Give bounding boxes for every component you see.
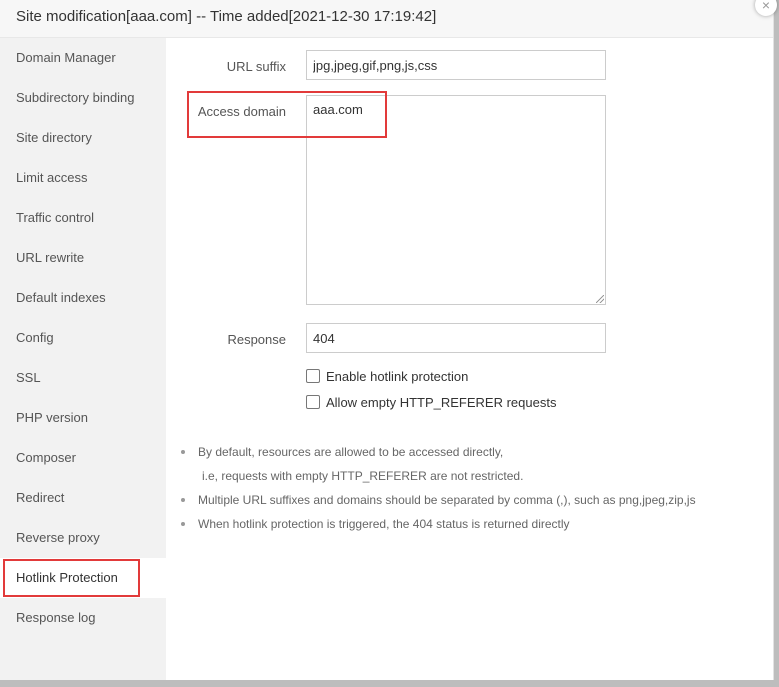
response-label: Response [227,332,286,347]
site-modification-dialog: Site modification[aaa.com] -- Time added… [0,0,777,680]
bullet-icon [181,522,185,526]
help-tip: When hotlink protection is triggered, th… [178,512,696,536]
access-domain-wrapper: aaa.com [306,95,606,305]
sidebar-item-config[interactable]: Config [0,318,166,358]
response-input[interactable] [306,323,606,353]
bullet-icon [181,450,185,454]
allow-empty-referer-label: Allow empty HTTP_REFERER requests [326,395,557,410]
help-tip-text: i.e, requests with empty HTTP_REFERER ar… [202,469,524,483]
enable-hotlink-label: Enable hotlink protection [326,369,469,384]
sidebar-item-subdirectory-binding[interactable]: Subdirectory binding [0,78,166,118]
sidebar-item-domain-manager[interactable]: Domain Manager [0,38,166,78]
sidebar-item-redirect[interactable]: Redirect [0,478,166,518]
sidebar-item-url-rewrite[interactable]: URL rewrite [0,238,166,278]
hotlink-protection-panel: URL suffix Access domain aaa.com Respons… [166,38,773,680]
sidebar-item-limit-access[interactable]: Limit access [0,158,166,198]
bullet-icon [181,498,185,502]
enable-hotlink-row[interactable]: Enable hotlink protection [306,369,468,385]
help-tip-text: When hotlink protection is triggered, th… [198,517,570,531]
sidebar: Domain Manager Subdirectory binding Site… [0,38,166,680]
dialog-title: Site modification[aaa.com] -- Time added… [0,0,773,38]
close-icon[interactable]: × [755,0,777,16]
help-tip-text: By default, resources are allowed to be … [198,445,504,459]
enable-hotlink-checkbox[interactable] [306,369,320,383]
resize-grip-icon[interactable] [596,295,604,303]
access-domain-textarea[interactable]: aaa.com [306,95,606,305]
sidebar-item-traffic-control[interactable]: Traffic control [0,198,166,238]
sidebar-item-ssl[interactable]: SSL [0,358,166,398]
help-tip: Multiple URL suffixes and domains should… [178,488,696,512]
sidebar-item-site-directory[interactable]: Site directory [0,118,166,158]
url-suffix-input[interactable] [306,50,606,80]
url-suffix-label: URL suffix [226,59,286,74]
sidebar-item-hotlink-protection[interactable]: Hotlink Protection [0,558,166,598]
sidebar-item-reverse-proxy[interactable]: Reverse proxy [0,518,166,558]
access-domain-label: Access domain [197,104,286,119]
allow-empty-referer-checkbox[interactable] [306,395,320,409]
sidebar-item-default-indexes[interactable]: Default indexes [0,278,166,318]
sidebar-item-response-log[interactable]: Response log [0,598,166,638]
help-tips: By default, resources are allowed to be … [178,440,696,536]
sidebar-item-composer[interactable]: Composer [0,438,166,478]
allow-empty-referer-row[interactable]: Allow empty HTTP_REFERER requests [306,395,556,411]
help-tip-continuation: i.e, requests with empty HTTP_REFERER ar… [178,464,696,488]
help-tip: By default, resources are allowed to be … [178,440,696,464]
sidebar-item-php-version[interactable]: PHP version [0,398,166,438]
help-tip-text: Multiple URL suffixes and domains should… [198,493,696,507]
